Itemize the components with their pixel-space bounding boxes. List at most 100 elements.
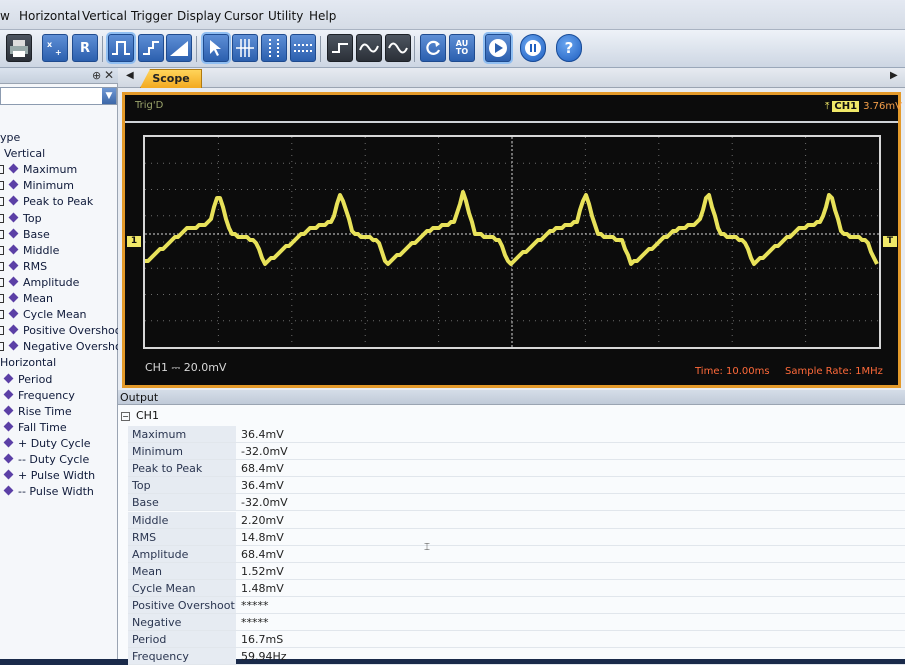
waveform-graticule[interactable] bbox=[143, 135, 881, 349]
output-row[interactable]: Top 36.4mV bbox=[128, 477, 905, 495]
tree-item-horizontal[interactable]: -- Duty Cycle bbox=[3, 453, 89, 469]
output-row-name: Peak to Peak bbox=[128, 460, 236, 477]
square-wave-button[interactable] bbox=[327, 34, 353, 62]
menu-horizontal[interactable]: Horizontal bbox=[19, 9, 80, 23]
tab-scroll-left-icon[interactable]: ◀ bbox=[126, 70, 134, 81]
ch1-scale-readout: CH1 ⎓ 20.0mV bbox=[145, 361, 227, 374]
tree-item-label: Vertical bbox=[4, 147, 46, 161]
tree-item-label: -- Pulse Width bbox=[18, 485, 94, 499]
help-button[interactable]: ? bbox=[556, 34, 582, 62]
select-cursor-button[interactable] bbox=[203, 34, 229, 62]
refresh-button[interactable] bbox=[420, 34, 446, 62]
output-row[interactable]: Cycle Mean 1.48mV bbox=[128, 579, 905, 597]
tree-item-horizontal[interactable]: Rise Time bbox=[3, 405, 72, 421]
tree-item-vertical[interactable]: RMS bbox=[0, 260, 47, 276]
tree-item-horizontal[interactable]: + Duty Cycle bbox=[3, 437, 91, 453]
menu-view[interactable]: w bbox=[0, 9, 10, 23]
output-row-name: Base bbox=[128, 494, 236, 511]
output-row[interactable]: Period 16.7mS bbox=[128, 631, 905, 649]
tree-item-vertical[interactable]: Amplitude bbox=[0, 276, 79, 292]
measurement-source-select[interactable]: ▼ bbox=[0, 87, 117, 105]
output-group-ch1[interactable]: − CH1 bbox=[118, 407, 905, 424]
output-row[interactable]: Middle 2.20mV bbox=[128, 511, 905, 529]
scope-display[interactable]: Trig'D ⤒ CH1 3.76mV 1 T CH1 ⎓ 20.0mV Time:… bbox=[122, 92, 902, 388]
autoset-button[interactable]: AU TO bbox=[449, 34, 475, 62]
ramp-mode-button[interactable] bbox=[166, 34, 192, 62]
run-button[interactable] bbox=[485, 34, 511, 62]
math-button[interactable]: x + bbox=[42, 34, 68, 62]
pulse-mode-button[interactable] bbox=[108, 34, 134, 62]
vertical-cursor-button[interactable] bbox=[261, 34, 287, 62]
menu-trigger[interactable]: Trigger bbox=[131, 9, 172, 23]
menu-display[interactable]: Display bbox=[177, 9, 221, 23]
tree-item-label: Base bbox=[23, 227, 50, 241]
trigger-level-marker[interactable]: T bbox=[883, 236, 897, 247]
tree-item-vertical[interactable]: Positive Overshoot bbox=[0, 324, 126, 340]
output-row[interactable]: Base -32.0mV bbox=[128, 494, 905, 512]
ch1-waveform-trace[interactable] bbox=[145, 190, 879, 266]
tree-root[interactable]: ype bbox=[0, 131, 20, 147]
step-mode-button[interactable] bbox=[138, 34, 164, 62]
output-row[interactable]: Peak to Peak 68.4mV bbox=[128, 460, 905, 478]
tree-connector-icon bbox=[0, 310, 4, 320]
tree-connector-icon bbox=[0, 342, 4, 352]
horizontal-cursor-button[interactable] bbox=[290, 34, 316, 62]
tree-item-horizontal[interactable]: -- Pulse Width bbox=[3, 485, 94, 501]
menu-vertical[interactable]: Vertical bbox=[82, 9, 127, 23]
tab-scroll-right-icon[interactable]: ▶ bbox=[890, 70, 898, 81]
print-button[interactable] bbox=[6, 34, 32, 62]
output-row-name: Frequency bbox=[128, 648, 236, 665]
tree-item-vertical[interactable]: Cycle Mean bbox=[0, 308, 87, 324]
menu-utility[interactable]: Utility bbox=[268, 9, 303, 23]
tree-item-vertical[interactable]: Middle bbox=[0, 244, 59, 260]
close-panel-button[interactable]: ✕ bbox=[104, 68, 114, 82]
pause-button[interactable] bbox=[520, 34, 546, 62]
output-row[interactable]: Negative Overshoot ***** bbox=[128, 614, 905, 646]
wave-button[interactable] bbox=[385, 34, 411, 62]
output-row[interactable]: RMS 14.8mV bbox=[128, 528, 905, 546]
tree-item-horizontal[interactable]: Fall Time bbox=[3, 421, 67, 437]
output-row-name: Cycle Mean bbox=[128, 579, 236, 596]
tree-group-vertical[interactable]: Vertical bbox=[4, 147, 45, 163]
tree-item-label: Period bbox=[18, 372, 53, 386]
sine-wave-button[interactable] bbox=[356, 34, 382, 62]
tree-item-vertical[interactable]: Mean bbox=[0, 292, 53, 308]
tree-item-label: Peak to Peak bbox=[23, 195, 94, 209]
output-row[interactable]: Positive Overshoot ***** bbox=[128, 597, 905, 614]
tree-item-vertical[interactable]: Peak to Peak bbox=[0, 195, 93, 211]
tree-item-vertical[interactable]: Top bbox=[0, 212, 42, 228]
output-row[interactable]: Maximum 36.4mV bbox=[128, 426, 905, 443]
tree-connector-icon bbox=[0, 245, 4, 255]
ch1-offset-marker[interactable]: 1 bbox=[127, 236, 141, 247]
tree-item-vertical[interactable]: Negative Overshoot bbox=[0, 340, 133, 356]
tree-item-vertical[interactable]: Base bbox=[0, 228, 50, 244]
reference-button[interactable]: R bbox=[72, 34, 98, 62]
refresh-icon bbox=[426, 40, 441, 55]
measurement-diamond-icon bbox=[8, 324, 19, 335]
tree-item-horizontal[interactable]: Frequency bbox=[3, 389, 75, 405]
tree-item-horizontal[interactable]: + Pulse Width bbox=[3, 469, 95, 485]
output-row[interactable]: Amplitude 68.4mV bbox=[128, 545, 905, 563]
tree-item-vertical[interactable]: Maximum bbox=[0, 163, 77, 179]
output-row[interactable]: Mean 1.52mV bbox=[128, 562, 905, 580]
output-row[interactable]: Minimum -32.0mV bbox=[128, 443, 905, 461]
tree-item-vertical[interactable]: Minimum bbox=[0, 179, 74, 195]
menu-cursor[interactable]: Cursor bbox=[224, 9, 263, 23]
svg-text:+: + bbox=[55, 48, 62, 57]
ch1-badge: CH1 bbox=[832, 101, 860, 112]
toolbar-separator bbox=[102, 36, 103, 62]
output-row-value: 36.4mV bbox=[241, 428, 284, 441]
output-row[interactable]: Frequency 59.94Hz bbox=[128, 648, 905, 665]
menu-help[interactable]: Help bbox=[309, 9, 336, 23]
toolbar: x + R AU TO ? bbox=[0, 30, 905, 68]
output-row-value: 68.4mV bbox=[241, 462, 284, 476]
sine-wave-icon bbox=[359, 43, 379, 53]
tree-item-horizontal[interactable]: Period bbox=[3, 372, 53, 389]
tab-scope[interactable]: Scope bbox=[140, 69, 202, 88]
chevron-down-icon[interactable]: ▼ bbox=[102, 88, 116, 104]
tree-item-label: ype bbox=[0, 131, 21, 144]
cross-cursor-button[interactable] bbox=[232, 34, 258, 62]
tree-group-horizontal[interactable]: Horizontal bbox=[0, 356, 56, 372]
collapse-icon[interactable]: − bbox=[121, 412, 130, 421]
pin-icon[interactable]: ⊕ bbox=[92, 69, 101, 82]
